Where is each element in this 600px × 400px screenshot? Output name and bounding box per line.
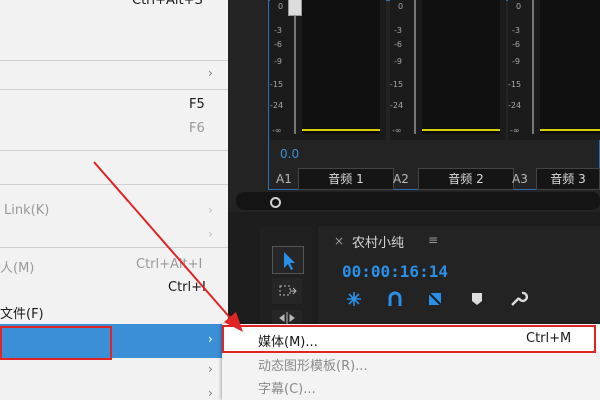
meter-tick: -6	[394, 40, 402, 49]
meter-tick: -9	[394, 57, 402, 66]
channel-name-a1[interactable]: 音频 1	[298, 168, 394, 190]
linked-selection-icon[interactable]	[386, 290, 404, 308]
level-meter	[422, 0, 500, 134]
menu-item-file-label: 文件(F)	[0, 307, 44, 322]
menu-separator	[0, 247, 228, 248]
submenu-arrow-icon: ›	[208, 227, 213, 241]
meter-tick: -15	[390, 80, 404, 89]
meter-tick: -6	[512, 40, 520, 49]
submenu-arrow-icon: ›	[208, 66, 213, 80]
mixer-value-readout[interactable]: 0.0	[280, 147, 299, 161]
panel-menu-icon[interactable]: ≡	[428, 233, 438, 247]
meter-tick: -24	[390, 101, 404, 110]
annotation-highlight-submenu	[222, 325, 596, 353]
level-meter-fill	[422, 129, 500, 131]
menu-item-after-2[interactable]: ›	[0, 384, 228, 400]
snap-icon[interactable]	[344, 290, 364, 308]
submenu-arrow-icon: ›	[208, 362, 213, 376]
meter-tick: -6	[274, 40, 282, 49]
menu-item-ctrl[interactable]: Ctrl+I	[0, 277, 228, 299]
menu-item-link-label: Link(K)	[4, 203, 50, 218]
mixer-scrollbar[interactable]	[236, 192, 600, 210]
menu-item-submenu-1[interactable]: ›	[0, 62, 228, 88]
menu-shortcut-f5: F5	[189, 97, 205, 112]
mixer-channel-a1: 0 -3 -6 -9 -15 -24 -∞	[270, 0, 386, 140]
channel-name-a3[interactable]: 音频 3	[536, 168, 600, 190]
menu-item-link[interactable]: Link(K) ›	[0, 200, 228, 222]
level-meter-fill	[302, 129, 380, 131]
add-marker-icon[interactable]	[426, 290, 444, 308]
meter-tick: 0	[278, 2, 284, 11]
audio-mixer-panel: 0 -3 -6 -9 -15 -24 -∞ 0 -3 -6 -9 -15 -24…	[228, 0, 600, 212]
track-select-icon	[279, 285, 297, 296]
submenu-item-captions-label: 字幕(C)...	[258, 382, 316, 397]
channel-label-a3: A3	[512, 172, 528, 186]
meter-tick: 0	[398, 2, 404, 11]
selection-tool[interactable]	[272, 246, 304, 274]
meter-tick: -3	[512, 26, 520, 35]
fader-track	[532, 0, 534, 134]
track-select-tool[interactable]	[272, 278, 302, 304]
volume-fader[interactable]	[288, 0, 302, 16]
channel-name-a2[interactable]: 音频 2	[418, 168, 514, 190]
meter-tick: 0	[516, 2, 522, 11]
meter-tick: -15	[508, 80, 522, 89]
level-meter-fill	[540, 129, 600, 131]
selection-arrow-icon	[284, 252, 295, 270]
menu-item-m[interactable]: 人(M) Ctrl+Alt+I	[0, 254, 228, 276]
marker-icon[interactable]	[470, 290, 484, 308]
menu-separator	[0, 89, 228, 90]
sequence-title[interactable]: 农村小纯	[352, 232, 404, 251]
meter-tick: -3	[274, 26, 282, 35]
meter-tick: -∞	[510, 126, 520, 135]
menu-separator	[0, 150, 228, 151]
menu-separator	[0, 184, 228, 185]
submenu-item-captions[interactable]: 字幕(C)...	[224, 375, 600, 397]
menu-item-ctrl-shortcut: Ctrl+I	[168, 280, 206, 295]
submenu-item-motion-graphics-template[interactable]: 动态图形模板(R)...	[224, 352, 600, 374]
meter-tick: -9	[512, 57, 520, 66]
fader-track	[414, 0, 416, 134]
meter-tick: -15	[270, 80, 284, 89]
annotation-highlight-menu	[0, 326, 112, 360]
meter-tick: -24	[270, 101, 284, 110]
meter-tick: -∞	[272, 126, 282, 135]
menu-shortcut-top: Ctrl+Alt+S	[132, 0, 203, 8]
menu-item-disabled[interactable]: ›	[0, 224, 228, 246]
meter-tick: -∞	[392, 126, 402, 135]
menu-separator	[0, 60, 228, 61]
level-meter	[540, 0, 600, 134]
meter-tick: -9	[274, 57, 282, 66]
menu-item-f6[interactable]: F6	[0, 118, 228, 140]
close-sequence-icon[interactable]: ×	[334, 234, 344, 248]
channel-label-a1: A1	[276, 172, 292, 186]
playhead-timecode[interactable]: 00:00:16:14	[342, 262, 448, 281]
meter-tick: -3	[394, 26, 402, 35]
submenu-arrow-icon: ›	[208, 332, 213, 346]
menu-item-file[interactable]: 文件(F)	[0, 300, 228, 322]
menu-item-m-label: 人(M)	[0, 261, 35, 276]
menu-shortcut-f6: F6	[189, 121, 205, 136]
submenu-arrow-icon: ›	[208, 203, 213, 217]
fader-track	[294, 0, 296, 134]
menu-item-after-1[interactable]: ›	[0, 360, 228, 380]
submenu-item-motion-graphics-label: 动态图形模板(R)...	[258, 359, 368, 374]
meter-tick: -24	[508, 101, 522, 110]
submenu-arrow-icon: ›	[208, 386, 213, 400]
scrollbar-handle[interactable]	[270, 197, 281, 208]
mixer-channel-a2: 0 -3 -6 -9 -15 -24 -∞	[390, 0, 506, 140]
mixer-channel-a3: 0 -3 -6 -9 -15 -24 -∞	[508, 0, 600, 140]
menu-item-m-shortcut: Ctrl+Alt+I	[136, 257, 203, 272]
menu-item-f5[interactable]: F5	[0, 94, 228, 116]
channel-label-a2: A2	[393, 172, 409, 186]
level-meter	[302, 0, 380, 134]
wrench-icon[interactable]	[508, 288, 528, 308]
